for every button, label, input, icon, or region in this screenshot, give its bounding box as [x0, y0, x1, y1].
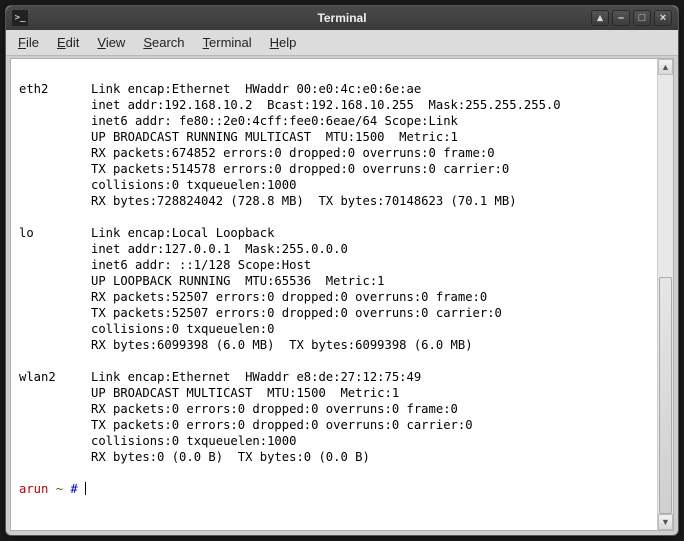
- output-line: RX packets:674852 errors:0 dropped:0 ove…: [19, 145, 649, 161]
- output-line: RX bytes:0 (0.0 B) TX bytes:0 (0.0 B): [19, 449, 649, 465]
- output-line: inet6 addr: fe80::2e0:4cff:fee0:6eae/64 …: [19, 113, 649, 129]
- output-text: collisions:0 txqueuelen:1000: [91, 433, 649, 449]
- output-text: RX packets:0 errors:0 dropped:0 overruns…: [91, 401, 649, 417]
- output-text: RX packets:52507 errors:0 dropped:0 over…: [91, 289, 649, 305]
- output-line: collisions:0 txqueuelen:1000: [19, 177, 649, 193]
- close-button[interactable]: ×: [654, 10, 672, 26]
- output-line: UP BROADCAST RUNNING MULTICAST MTU:1500 …: [19, 129, 649, 145]
- output-line: RX bytes:6099398 (6.0 MB) TX bytes:60993…: [19, 337, 649, 353]
- output-line: eth2Link encap:Ethernet HWaddr 00:e0:4c:…: [19, 81, 649, 97]
- interface-block: eth2Link encap:Ethernet HWaddr 00:e0:4c:…: [19, 81, 649, 209]
- output-line: RX bytes:728824042 (728.8 MB) TX bytes:7…: [19, 193, 649, 209]
- output-text: collisions:0 txqueuelen:0: [91, 321, 649, 337]
- scroll-thumb[interactable]: [659, 277, 672, 514]
- interface-name: [19, 129, 91, 145]
- output-line: RX packets:0 errors:0 dropped:0 overruns…: [19, 401, 649, 417]
- interface-name: [19, 385, 91, 401]
- interface-name: [19, 97, 91, 113]
- interface-name: [19, 337, 91, 353]
- menubar: File Edit View Search Terminal Help: [6, 30, 678, 56]
- rollup-button[interactable]: ▴: [591, 10, 609, 26]
- output-line: wlan2Link encap:Ethernet HWaddr e8:de:27…: [19, 369, 649, 385]
- menu-file[interactable]: File: [18, 35, 39, 50]
- output-text: Link encap:Local Loopback: [91, 225, 649, 241]
- output-text: inet6 addr: ::1/128 Scope:Host: [91, 257, 649, 273]
- output-line: RX packets:52507 errors:0 dropped:0 over…: [19, 289, 649, 305]
- menu-view[interactable]: View: [97, 35, 125, 50]
- interface-name: [19, 305, 91, 321]
- window-controls: ▴ – □ ×: [591, 10, 672, 26]
- interface-name: [19, 145, 91, 161]
- output-line: loLink encap:Local Loopback: [19, 225, 649, 241]
- output-text: inet addr:192.168.10.2 Bcast:192.168.10.…: [91, 97, 649, 113]
- interface-name: [19, 289, 91, 305]
- output-text: RX bytes:6099398 (6.0 MB) TX bytes:60993…: [91, 337, 649, 353]
- interface-name: [19, 321, 91, 337]
- window-title: Terminal: [6, 11, 678, 25]
- prompt[interactable]: arun ~ #: [19, 481, 649, 497]
- interface-name: [19, 417, 91, 433]
- terminal-body-wrap: eth2Link encap:Ethernet HWaddr 00:e0:4c:…: [10, 58, 674, 531]
- output-line: UP BROADCAST MULTICAST MTU:1500 Metric:1: [19, 385, 649, 401]
- interface-name: [19, 241, 91, 257]
- minimize-button[interactable]: –: [612, 10, 630, 26]
- prompt-user: arun: [19, 482, 48, 496]
- interface-name: [19, 449, 91, 465]
- scrollbar: ▲ ▼: [657, 59, 673, 530]
- output-line: TX packets:0 errors:0 dropped:0 overruns…: [19, 417, 649, 433]
- output-text: Link encap:Ethernet HWaddr e8:de:27:12:7…: [91, 369, 649, 385]
- interface-name: [19, 177, 91, 193]
- terminal-window: >_ Terminal ▴ – □ × File Edit View Searc…: [5, 5, 679, 536]
- output-line: collisions:0 txqueuelen:0: [19, 321, 649, 337]
- prompt-symbol: #: [70, 482, 77, 496]
- output-line: inet6 addr: ::1/128 Scope:Host: [19, 257, 649, 273]
- output-line: inet addr:127.0.0.1 Mask:255.0.0.0: [19, 241, 649, 257]
- scroll-up-button[interactable]: ▲: [658, 59, 673, 75]
- interface-name: wlan2: [19, 369, 91, 385]
- output-text: TX packets:514578 errors:0 dropped:0 ove…: [91, 161, 649, 177]
- output-line: collisions:0 txqueuelen:1000: [19, 433, 649, 449]
- menu-help[interactable]: Help: [270, 35, 297, 50]
- scroll-down-button[interactable]: ▼: [658, 514, 673, 530]
- output-text: RX packets:674852 errors:0 dropped:0 ove…: [91, 145, 649, 161]
- interface-block: wlan2Link encap:Ethernet HWaddr e8:de:27…: [19, 369, 649, 465]
- output-line: inet addr:192.168.10.2 Bcast:192.168.10.…: [19, 97, 649, 113]
- interface-name: eth2: [19, 81, 91, 97]
- output-text: UP BROADCAST MULTICAST MTU:1500 Metric:1: [91, 385, 649, 401]
- menu-search[interactable]: Search: [143, 35, 184, 50]
- output-text: TX packets:0 errors:0 dropped:0 overruns…: [91, 417, 649, 433]
- prompt-path: ~: [56, 482, 63, 496]
- menu-edit[interactable]: Edit: [57, 35, 79, 50]
- titlebar[interactable]: >_ Terminal ▴ – □ ×: [6, 6, 678, 30]
- interface-name: lo: [19, 225, 91, 241]
- terminal-icon: >_: [12, 10, 28, 26]
- output-text: inet6 addr: fe80::2e0:4cff:fee0:6eae/64 …: [91, 113, 649, 129]
- output-line: TX packets:514578 errors:0 dropped:0 ove…: [19, 161, 649, 177]
- output-text: RX bytes:728824042 (728.8 MB) TX bytes:7…: [91, 193, 649, 209]
- output-text: collisions:0 txqueuelen:1000: [91, 177, 649, 193]
- interface-name: [19, 401, 91, 417]
- output-text: UP LOOPBACK RUNNING MTU:65536 Metric:1: [91, 273, 649, 289]
- menu-terminal[interactable]: Terminal: [203, 35, 252, 50]
- interface-name: [19, 193, 91, 209]
- interface-name: [19, 161, 91, 177]
- output-line: TX packets:52507 errors:0 dropped:0 over…: [19, 305, 649, 321]
- cursor: [85, 482, 86, 495]
- interface-block: loLink encap:Local Loopbackinet addr:127…: [19, 225, 649, 353]
- interface-name: [19, 257, 91, 273]
- interface-name: [19, 113, 91, 129]
- scroll-track[interactable]: [658, 75, 673, 514]
- interface-name: [19, 273, 91, 289]
- output-text: UP BROADCAST RUNNING MULTICAST MTU:1500 …: [91, 129, 649, 145]
- interface-name: [19, 433, 91, 449]
- output-text: inet addr:127.0.0.1 Mask:255.0.0.0: [91, 241, 649, 257]
- output-text: RX bytes:0 (0.0 B) TX bytes:0 (0.0 B): [91, 449, 649, 465]
- maximize-button[interactable]: □: [633, 10, 651, 26]
- output-text: Link encap:Ethernet HWaddr 00:e0:4c:e0:6…: [91, 81, 649, 97]
- output-text: TX packets:52507 errors:0 dropped:0 over…: [91, 305, 649, 321]
- output-line: UP LOOPBACK RUNNING MTU:65536 Metric:1: [19, 273, 649, 289]
- terminal-output[interactable]: eth2Link encap:Ethernet HWaddr 00:e0:4c:…: [11, 59, 657, 530]
